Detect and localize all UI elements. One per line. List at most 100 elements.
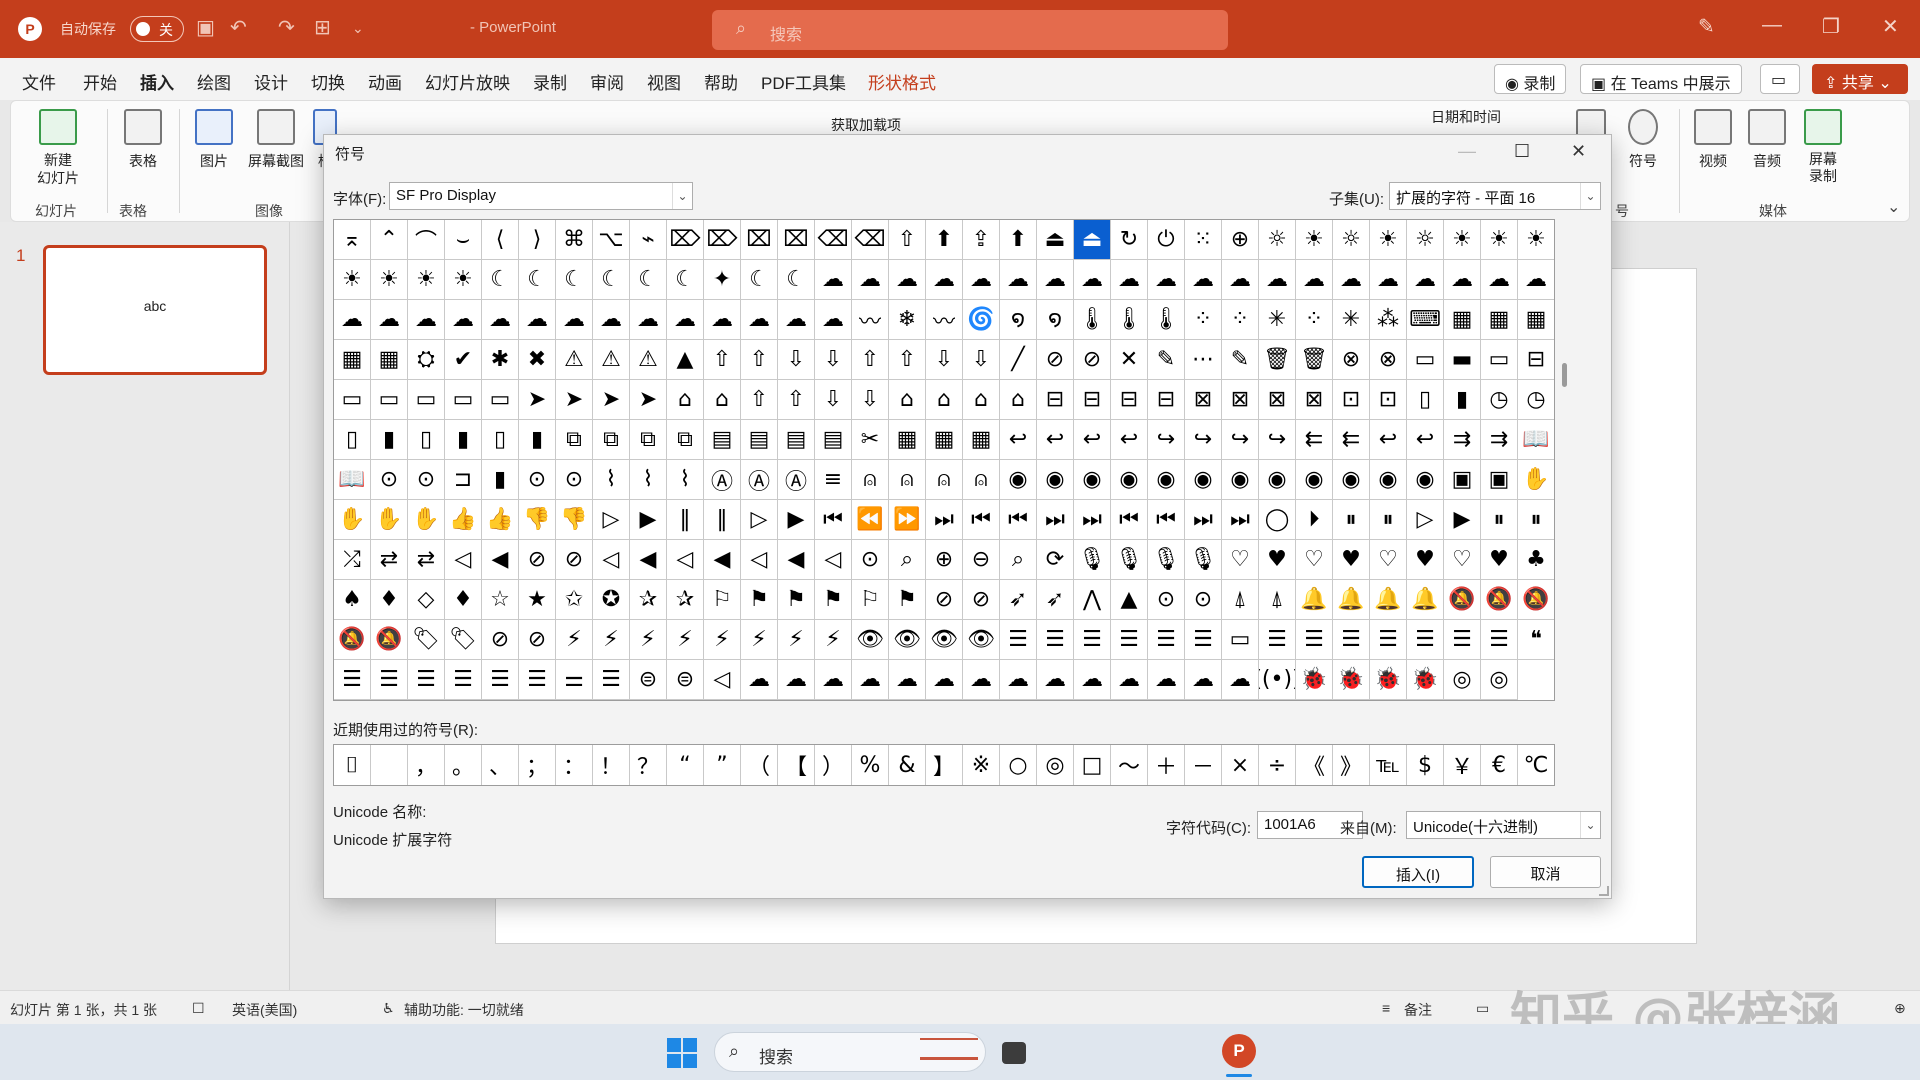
- symbol-cell[interactable]: ⌂: [704, 380, 741, 420]
- symbol-cell[interactable]: ⊙: [519, 460, 556, 500]
- symbol-cell[interactable]: ⚌: [556, 660, 593, 700]
- symbol-cell[interactable]: ⏭: [1222, 500, 1259, 540]
- symbol-cell[interactable]: ⊜: [667, 660, 704, 700]
- symbol-cell[interactable]: ◀: [704, 540, 741, 580]
- symbol-cell[interactable]: ⇩: [852, 380, 889, 420]
- symbol-cell[interactable]: ♥: [1259, 540, 1296, 580]
- symbol-cell[interactable]: 🗑: [1259, 340, 1296, 380]
- recent-symbol-cell[interactable]: ×: [1222, 745, 1259, 785]
- symbol-cell[interactable]: ↻: [1111, 220, 1148, 260]
- recent-symbol-cell[interactable]: ÷: [1259, 745, 1296, 785]
- symbol-cell[interactable]: ★: [519, 580, 556, 620]
- symbol-cell[interactable]: ≡: [815, 460, 852, 500]
- symbol-cell[interactable]: ✦: [704, 260, 741, 300]
- symbol-cell[interactable]: ⌅: [334, 220, 371, 260]
- symbol-cell[interactable]: ⁘: [1296, 300, 1333, 340]
- symbol-cell[interactable]: 🗑: [1296, 340, 1333, 380]
- symbol-cell[interactable]: ⏮: [1000, 500, 1037, 540]
- symbol-cell[interactable]: ⊙: [1185, 580, 1222, 620]
- symbol-cell[interactable]: ☀: [1370, 220, 1407, 260]
- symbol-cell[interactable]: ╱: [1000, 340, 1037, 380]
- symbol-cell[interactable]: ⊠: [1296, 380, 1333, 420]
- customize-icon[interactable]: ⌄: [352, 20, 364, 37]
- symbol-cell[interactable]: ⊕: [1222, 220, 1259, 260]
- symbol-cell[interactable]: ▭: [1222, 620, 1259, 660]
- symbol-cell[interactable]: ▲: [667, 340, 704, 380]
- symbol-cell[interactable]: ⚡: [778, 620, 815, 660]
- symbol-cell[interactable]: ▦: [1518, 300, 1554, 340]
- symbol-cell[interactable]: ☁: [1185, 260, 1222, 300]
- symbol-cell[interactable]: ⊠: [1222, 380, 1259, 420]
- symbol-cell[interactable]: ☁: [1222, 260, 1259, 300]
- get-addins-button[interactable]: 获取加载项: [831, 115, 941, 135]
- symbol-cell[interactable]: ✎: [1222, 340, 1259, 380]
- symbol-cell[interactable]: ✪: [593, 580, 630, 620]
- symbol-cell[interactable]: ⊠: [1185, 380, 1222, 420]
- symbol-cell[interactable]: ⍝: [889, 460, 926, 500]
- recent-symbol-cell[interactable]: ：: [556, 745, 593, 785]
- symbol-cell[interactable]: ✱: [482, 340, 519, 380]
- symbol-cell[interactable]: ▦: [963, 420, 1000, 460]
- symbol-cell[interactable]: ⏭: [1185, 500, 1222, 540]
- symbol-grid[interactable]: ⌅ ⌃ ⌒ ⌣ ⟨ ⟩ ⌘ ⌥ ⌁ ⌦ ⌦ ⌧ ⌧ ⌫ ⌫ ⇧ ⬆ ⇪ ⬆ ⏏ ⏏ ↻ ⏻ ⁙ ⊕ ☼ ☀ ☼ ☀ ☼ ☀ ☀ ☀ ☀ ☀ ☀ ☀ ☾ ☾ ☾…: [333, 219, 1555, 701]
- symbol-cell[interactable]: ◉: [1333, 460, 1370, 500]
- symbol-cell[interactable]: ☾: [667, 260, 704, 300]
- symbol-cell[interactable]: ☁: [1222, 660, 1259, 700]
- symbol-cell[interactable]: Ⓐ: [741, 460, 778, 500]
- symbol-cell[interactable]: ⇧: [889, 220, 926, 260]
- symbol-cell[interactable]: 🌡: [1148, 300, 1185, 340]
- symbol-cell[interactable]: ▯: [482, 420, 519, 460]
- symbol-cell[interactable]: ⚑: [889, 580, 926, 620]
- symbol-cell[interactable]: ▮: [445, 420, 482, 460]
- symbol-cell[interactable]: ◉: [1000, 460, 1037, 500]
- symbol-cell[interactable]: ↪: [1148, 420, 1185, 460]
- symbol-cell[interactable]: ♥: [1407, 540, 1444, 580]
- symbol-cell[interactable]: ▭: [371, 380, 408, 420]
- symbol-cell[interactable]: ☁: [741, 300, 778, 340]
- spellcheck-icon[interactable]: ☐: [192, 1000, 205, 1017]
- symbol-cell[interactable]: ☁: [334, 300, 371, 340]
- symbol-cell[interactable]: ⊟: [1148, 380, 1185, 420]
- symbol-cell[interactable]: 🎙: [1148, 540, 1185, 580]
- symbol-cell[interactable]: ▯: [334, 420, 371, 460]
- symbol-cell[interactable]: ◉: [1370, 460, 1407, 500]
- minimize-icon[interactable]: —: [1762, 14, 1782, 37]
- symbol-cell[interactable]: ⧉: [667, 420, 704, 460]
- recent-symbol-cell[interactable]: 】: [926, 745, 963, 785]
- recent-symbol-cell[interactable]: ＋: [1148, 745, 1185, 785]
- symbol-cell[interactable]: ☁: [1000, 660, 1037, 700]
- symbol-cell[interactable]: ⍋: [1259, 580, 1296, 620]
- symbol-cell[interactable]: ☁: [1148, 260, 1185, 300]
- symbol-cell[interactable]: ⚡: [667, 620, 704, 660]
- symbol-cell[interactable]: ▦: [926, 420, 963, 460]
- symbol-cell[interactable]: ‖: [667, 500, 704, 540]
- symbol-cell[interactable]: ☁: [1444, 260, 1481, 300]
- symbol-cell[interactable]: ⚡: [630, 620, 667, 660]
- symbol-cell[interactable]: ✩: [556, 580, 593, 620]
- symbol-cell[interactable]: ☾: [630, 260, 667, 300]
- symbol-cell[interactable]: ☁: [815, 660, 852, 700]
- symbol-cell[interactable]: 👍: [445, 500, 482, 540]
- symbol-cell[interactable]: ⌒: [408, 220, 445, 260]
- symbol-cell[interactable]: ⁂: [1370, 300, 1407, 340]
- symbol-cell[interactable]: ☁: [926, 660, 963, 700]
- symbol-cell[interactable]: ໑: [1037, 300, 1074, 340]
- symbol-cell[interactable]: ⌧: [778, 220, 815, 260]
- symbol-cell[interactable]: 🔕: [1518, 580, 1554, 620]
- symbol-cell[interactable]: ⏭: [926, 500, 963, 540]
- symbol-cell[interactable]: ✳: [1259, 300, 1296, 340]
- symbol-cell[interactable]: ⚡: [556, 620, 593, 660]
- symbol-cell[interactable]: ↩: [1000, 420, 1037, 460]
- symbol-cell[interactable]: ⌫: [852, 220, 889, 260]
- tab-record[interactable]: 录制: [533, 69, 567, 94]
- symbol-cell[interactable]: ☁: [1259, 260, 1296, 300]
- symbol-cell[interactable]: ⊜: [630, 660, 667, 700]
- symbol-cell[interactable]: ⌨: [1407, 300, 1444, 340]
- symbol-cell[interactable]: ⇇: [1296, 420, 1333, 460]
- tab-draw[interactable]: 绘图: [197, 69, 231, 94]
- symbol-cell[interactable]: 🐞: [1407, 660, 1444, 700]
- symbol-cell[interactable]: 🎙: [1185, 540, 1222, 580]
- symbol-cell[interactable]: ⌕: [889, 540, 926, 580]
- symbol-cell[interactable]: 🐞: [1370, 660, 1407, 700]
- symbol-cell[interactable]: ▭: [445, 380, 482, 420]
